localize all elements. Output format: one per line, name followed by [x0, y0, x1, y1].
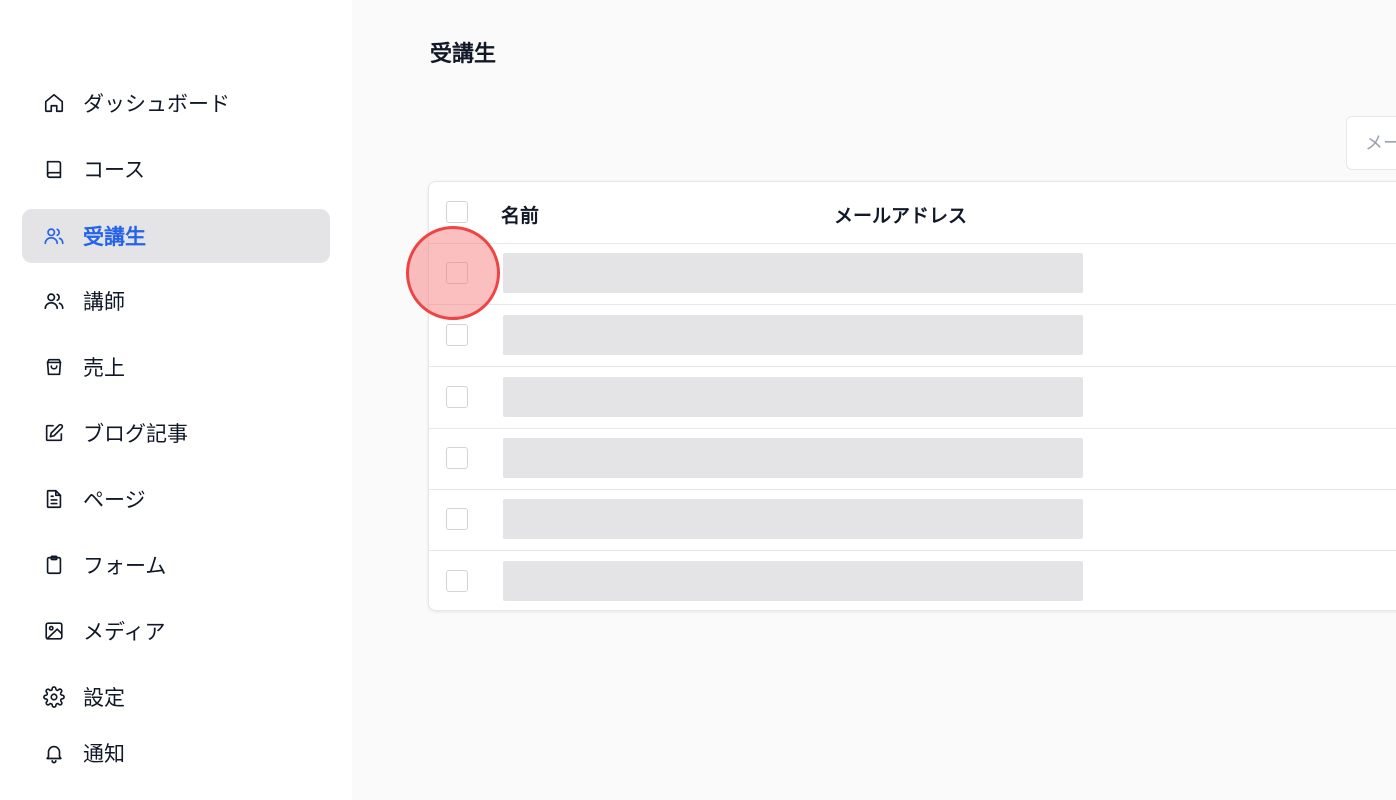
table-row[interactable]: [429, 551, 1396, 610]
sidebar-item-notifications[interactable]: 通知: [22, 726, 330, 780]
row-checkbox[interactable]: [446, 386, 468, 408]
app-window: ダッシュボード コース 受講生 講師 売上 ブログ記事 ページ フォーム メディ…: [0, 0, 1396, 800]
sidebar: ダッシュボード コース 受講生 講師 売上 ブログ記事 ページ フォーム メディ…: [0, 0, 352, 800]
sidebar-item-label: 売上: [83, 356, 125, 380]
loading-skeleton: [503, 377, 1083, 417]
users-icon: [42, 289, 66, 313]
row-checkbox[interactable]: [446, 324, 468, 346]
sidebar-item-label: コース: [83, 158, 145, 182]
sidebar-item-pages[interactable]: ページ: [22, 472, 330, 526]
table-row[interactable]: [429, 428, 1396, 490]
sidebar-item-instructors[interactable]: 講師: [22, 274, 330, 328]
sidebar-item-sales[interactable]: 売上: [22, 340, 330, 394]
page-title: 受講生: [430, 42, 497, 67]
users-icon: [42, 224, 66, 248]
loading-skeleton: [503, 253, 1083, 293]
home-icon: [42, 91, 66, 115]
students-table: 名前 メールアドレス: [428, 181, 1396, 611]
loading-skeleton: [503, 499, 1083, 539]
loading-skeleton: [503, 315, 1083, 355]
sidebar-item-label: メディア: [83, 620, 166, 644]
search-input[interactable]: [1346, 116, 1396, 170]
column-header-name: 名前: [501, 205, 540, 227]
sidebar-item-blog-posts[interactable]: ブログ記事: [22, 406, 330, 460]
sidebar-item-label: フォーム: [83, 554, 167, 578]
edit-icon: [42, 421, 66, 445]
sidebar-item-courses[interactable]: コース: [22, 142, 330, 196]
sidebar-item-dashboard[interactable]: ダッシュボード: [22, 76, 330, 130]
sidebar-item-forms[interactable]: フォーム: [22, 538, 330, 592]
clipboard-icon: [42, 553, 66, 577]
shopping-bag-icon: [42, 355, 66, 379]
file-text-icon: [42, 487, 66, 511]
sidebar-item-label: ダッシュボード: [83, 92, 230, 116]
row-checkbox[interactable]: [446, 447, 468, 469]
book-icon: [42, 157, 66, 181]
row-checkbox[interactable]: [446, 570, 468, 592]
sidebar-item-label: 講師: [83, 290, 125, 314]
loading-skeleton: [503, 561, 1083, 601]
gear-icon: [42, 685, 66, 709]
row-checkbox[interactable]: [446, 508, 468, 530]
table-row[interactable]: [429, 305, 1396, 367]
sidebar-item-media[interactable]: メディア: [22, 604, 330, 658]
select-all-checkbox[interactable]: [446, 201, 468, 223]
sidebar-item-label: 通知: [83, 742, 125, 766]
bell-icon: [42, 741, 66, 765]
loading-skeleton: [503, 438, 1083, 478]
sidebar-item-students[interactable]: 受講生: [22, 209, 330, 263]
sidebar-item-label: 設定: [83, 686, 125, 710]
sidebar-item-label: ブログ記事: [83, 422, 188, 446]
table-row[interactable]: [429, 367, 1396, 429]
sidebar-item-settings[interactable]: 設定: [22, 670, 330, 724]
row-checkbox[interactable]: [446, 262, 468, 284]
table-header: 名前 メールアドレス: [429, 182, 1396, 244]
image-icon: [42, 619, 66, 643]
sidebar-item-label: ページ: [83, 488, 146, 512]
column-header-email: メールアドレス: [834, 205, 968, 227]
table-row[interactable]: [429, 489, 1396, 551]
table-row[interactable]: [429, 243, 1396, 305]
sidebar-item-label: 受講生: [83, 225, 146, 249]
